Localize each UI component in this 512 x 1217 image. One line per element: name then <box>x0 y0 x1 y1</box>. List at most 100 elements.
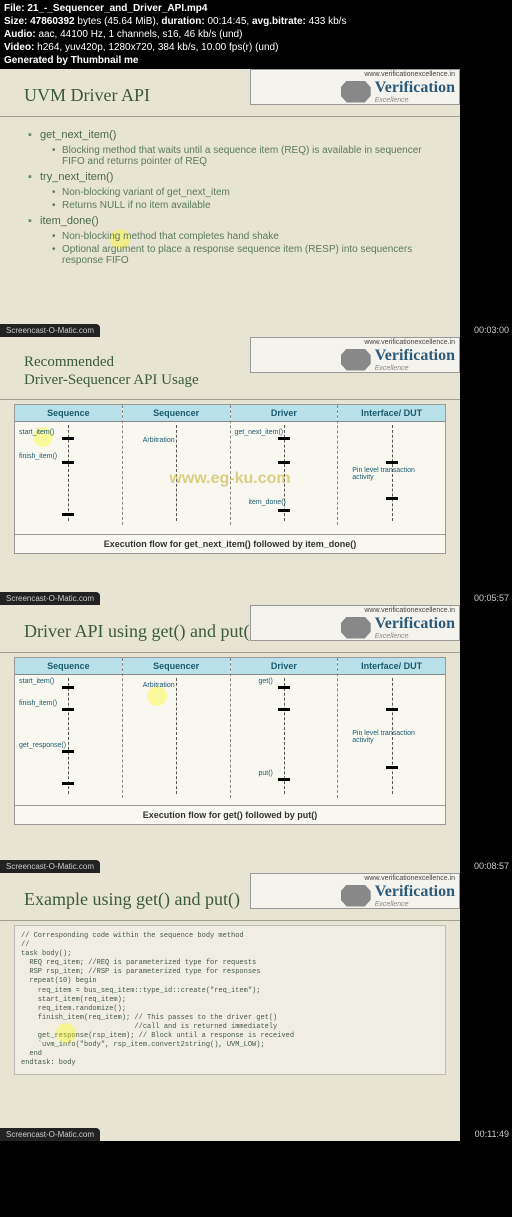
diag-label: put() <box>259 770 273 777</box>
bar <box>278 708 290 711</box>
bar <box>386 461 398 464</box>
diag-col-driver: Driver <box>231 405 338 422</box>
timestamp: 00:11:49 <box>460 1127 512 1141</box>
sub-bullet: Non-blocking variant of get_next_item <box>52 187 432 198</box>
thumbnail-3: www.verificationexcellence.in Verificati… <box>0 605 460 873</box>
bar <box>62 437 74 440</box>
diag-label: Arbitration <box>143 682 175 689</box>
cursor-highlight <box>56 1023 76 1043</box>
lifeline <box>68 678 69 794</box>
gear-icon <box>341 81 371 103</box>
bar <box>62 461 74 464</box>
screencast-watermark: Screencast-O-Matic.com <box>0 324 100 337</box>
video-label: Video: <box>4 42 34 53</box>
code-block: // Corresponding code within the sequenc… <box>14 925 446 1075</box>
file-metadata-header: File: 21_-_Sequencer_and_Driver_API.mp4 … <box>0 0 512 69</box>
diag-label: start_item() <box>19 678 54 685</box>
bar <box>386 497 398 500</box>
brand-url: www.verificationexcellence.in <box>251 338 459 347</box>
screencast-watermark: Screencast-O-Matic.com <box>0 860 100 873</box>
diag-label: Pin level transaction activity <box>352 467 422 481</box>
video-value: h264, yuv420p, 1280x720, 384 kb/s, 10.00… <box>37 42 278 53</box>
brand-url: www.verificationexcellence.in <box>251 70 459 79</box>
diagram-caption: Execution flow for get_next_item() follo… <box>15 534 445 553</box>
thumbnail-row-2: www.verificationexcellence.in Verificati… <box>0 337 512 605</box>
slide2-title-l1: Recommended <box>24 354 114 370</box>
size-mib: (45.64 MiB), <box>104 16 158 27</box>
bar <box>278 509 290 512</box>
bar <box>278 686 290 689</box>
bar <box>278 778 290 781</box>
diag-label: get() <box>259 678 273 685</box>
thumbnail-4: www.verificationexcellence.in Verificati… <box>0 873 460 1141</box>
duration-label: duration: <box>161 16 204 27</box>
file-label: File: <box>4 3 25 14</box>
gear-icon <box>341 885 371 907</box>
diag-label: finish_item() <box>19 453 57 460</box>
size-bytes-unit: bytes <box>77 16 101 27</box>
bar <box>278 461 290 464</box>
thumbnail-1: www.verificationexcellence.in Verificati… <box>0 69 460 337</box>
diag-col-sequencer: Sequencer <box>123 658 230 675</box>
sub-bullet: Optional argument to place a response se… <box>52 244 432 266</box>
lifeline <box>284 678 285 794</box>
diag-col-dut: Interface/ DUT <box>338 658 445 675</box>
diag-col-driver: Driver <box>231 658 338 675</box>
gear-icon <box>341 349 371 371</box>
file-name: 21_-_Sequencer_and_Driver_API.mp4 <box>27 3 207 14</box>
timestamp: 00:05:57 <box>460 591 512 605</box>
brand-sub: Excellence <box>375 97 455 104</box>
thumbnail-row-4: www.verificationexcellence.in Verificati… <box>0 873 512 1141</box>
brand-sub: Excellence <box>375 365 455 372</box>
size-bytes: 47860392 <box>30 16 75 27</box>
slide1-content: get_next_item() Blocking method that wai… <box>0 117 460 276</box>
diag-label: get_next_item() <box>235 429 284 436</box>
brand-watermark: www.verificationexcellence.in Verificati… <box>250 69 460 105</box>
timestamp: 00:03:00 <box>460 323 512 337</box>
brand-name: Verification <box>375 615 455 633</box>
bar <box>278 437 290 440</box>
brand-sub: Excellence <box>375 633 455 640</box>
cursor-highlight <box>147 686 167 706</box>
sub-bullet: Blocking method that waits until a seque… <box>52 145 432 167</box>
bullet: try_next_item() <box>28 171 432 183</box>
bar <box>386 708 398 711</box>
avgbitrate-value: 433 kb/s <box>309 16 347 27</box>
screencast-watermark: Screencast-O-Matic.com <box>0 1128 100 1141</box>
brand-name: Verification <box>375 79 455 97</box>
screencast-watermark: Screencast-O-Matic.com <box>0 592 100 605</box>
diag-label: finish_item() <box>19 700 57 707</box>
gear-icon <box>341 617 371 639</box>
bar <box>62 750 74 753</box>
thumbnail-row-3: www.verificationexcellence.in Verificati… <box>0 605 512 873</box>
bullet: get_next_item() <box>28 129 432 141</box>
diag-label: Pin level transaction activity <box>352 730 422 744</box>
bar <box>62 513 74 516</box>
diag-label: start_item() <box>19 429 54 436</box>
diag-col-sequence: Sequence <box>15 658 122 675</box>
bar <box>62 782 74 785</box>
brand-name: Verification <box>375 883 455 901</box>
sequence-diagram: Sequence start_item() finish_item() get_… <box>14 657 446 825</box>
center-watermark: www.eg-ku.com <box>169 470 290 488</box>
lifeline <box>176 678 177 794</box>
size-label: Size: <box>4 16 27 27</box>
timestamp: 00:08:57 <box>460 859 512 873</box>
avgbitrate-label: avg.bitrate: <box>252 16 306 27</box>
duration-value: 00:14:45, <box>207 16 249 27</box>
sub-bullet: Non-blocking method that completes hand … <box>52 231 432 242</box>
slide2-title-l2: Driver-Sequencer API Usage <box>24 372 199 388</box>
thumbnail-2: www.verificationexcellence.in Verificati… <box>0 337 460 605</box>
brand-url: www.verificationexcellence.in <box>251 874 459 883</box>
generated-by: Generated by Thumbnail me <box>4 54 508 67</box>
bullet: item_done() <box>28 215 432 227</box>
bar <box>62 686 74 689</box>
brand-watermark: www.verificationexcellence.in Verificati… <box>250 337 460 373</box>
diag-label: Arbitration <box>143 437 175 444</box>
bar <box>386 766 398 769</box>
diag-label: item_done() <box>249 499 286 506</box>
diagram-caption: Execution flow for get() followed by put… <box>15 805 445 824</box>
brand-url: www.verificationexcellence.in <box>251 606 459 615</box>
diag-col-sequencer: Sequencer <box>123 405 230 422</box>
brand-watermark: www.verificationexcellence.in Verificati… <box>250 873 460 909</box>
